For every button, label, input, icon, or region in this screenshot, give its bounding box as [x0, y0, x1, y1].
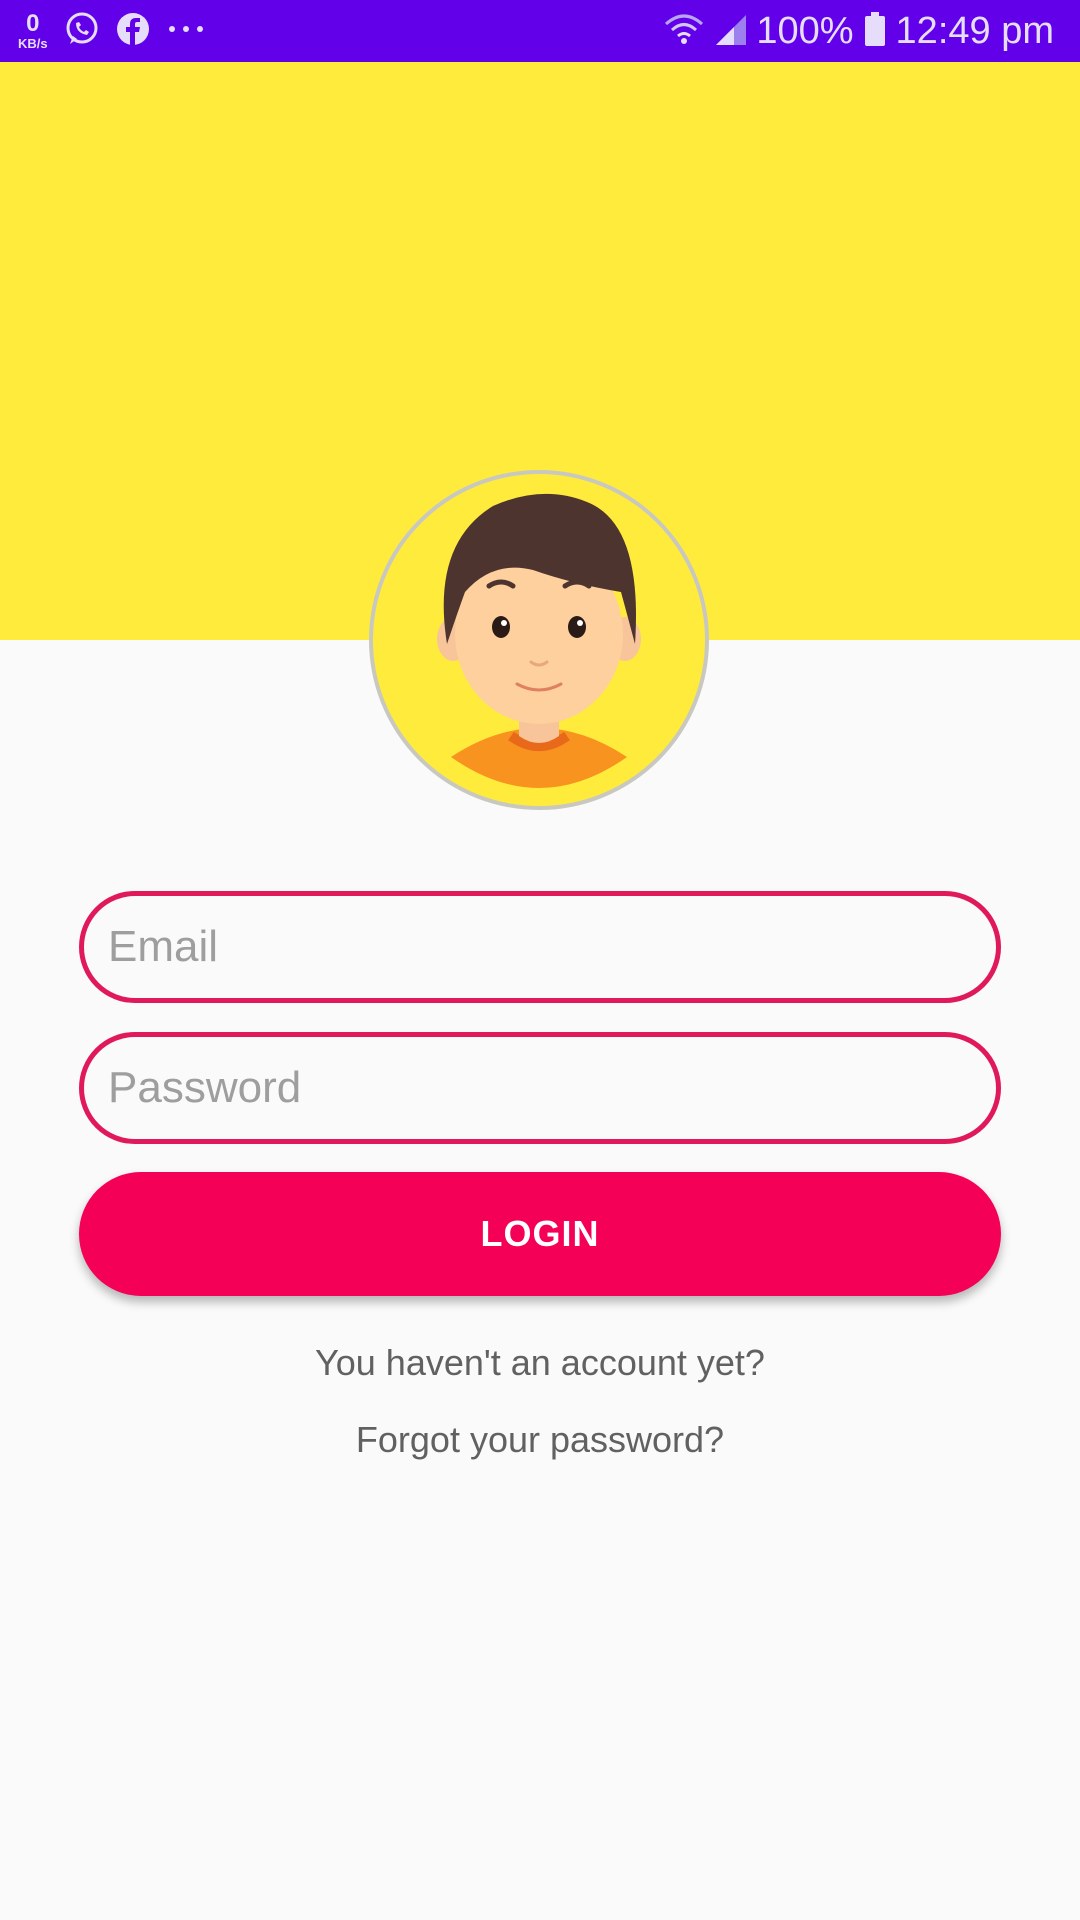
network-speed-indicator: 0 KB/s [18, 10, 48, 51]
more-notifications-icon [166, 22, 206, 40]
email-input[interactable] [106, 921, 996, 973]
avatar [369, 470, 709, 810]
status-bar-right: 100% 12:49 pm [654, 10, 1054, 53]
wifi-icon [664, 12, 704, 51]
user-avatar-icon [437, 493, 641, 788]
signal-icon [714, 13, 747, 50]
forgot-password-link[interactable]: Forgot your password? [0, 1419, 1080, 1461]
status-bar-left: 0 KB/s [18, 11, 222, 52]
signup-link[interactable]: You haven't an account yet? [0, 1342, 1080, 1384]
login-button[interactable]: LOGIN [79, 1172, 1001, 1296]
password-field[interactable] [79, 1032, 1001, 1144]
network-speed-unit: KB/s [18, 36, 48, 51]
email-field[interactable] [79, 891, 1001, 1003]
facebook-icon [116, 12, 150, 51]
status-bar: 0 KB/s 100% 12:49 pm [0, 0, 1080, 62]
battery-icon [864, 11, 886, 51]
clock: 12:49 pm [895, 9, 1054, 52]
password-input[interactable] [106, 1062, 996, 1114]
whatsapp-icon [64, 11, 100, 52]
network-speed-value: 0 [26, 10, 40, 37]
battery-percentage: 100% [756, 9, 854, 52]
